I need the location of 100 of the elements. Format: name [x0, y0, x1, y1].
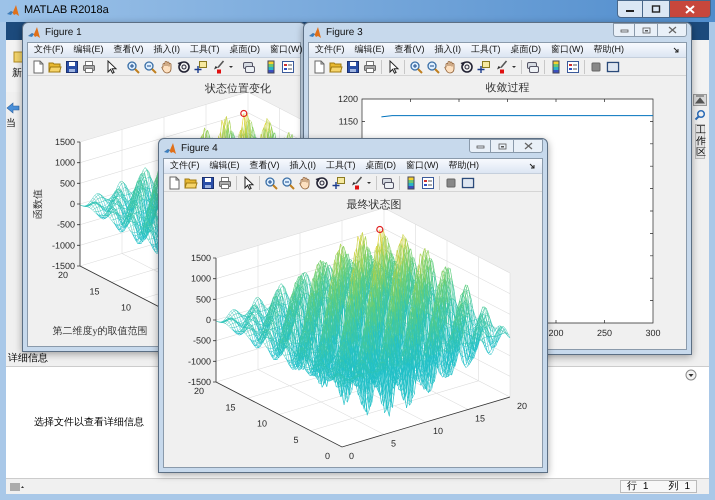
plot-title: 收敛过程	[486, 82, 530, 94]
menu-item[interactable]: 编辑(E)	[210, 159, 240, 173]
menu-item[interactable]: 帮助(H)	[594, 43, 624, 57]
close-button[interactable]	[669, 0, 711, 18]
axis-label: 第二维度y的取值范围	[52, 326, 148, 337]
menu-item[interactable]: 窗口(W)	[551, 43, 584, 57]
peak-logo-icon	[308, 26, 322, 38]
legend-icon[interactable]	[421, 176, 435, 190]
new-file-icon[interactable]	[167, 176, 181, 190]
tick-label: 200	[548, 328, 564, 338]
plot-title: 最终状态图	[346, 199, 402, 211]
close-button[interactable]	[513, 139, 543, 153]
zoom-in-icon[interactable]	[264, 176, 278, 190]
print-icon[interactable]	[82, 60, 96, 74]
rotate-icon[interactable]	[315, 176, 329, 190]
menu-item[interactable]: 桌面(D)	[230, 43, 260, 57]
new-file-icon[interactable]	[312, 60, 326, 74]
save-icon[interactable]	[201, 176, 215, 190]
menu-item[interactable]: 窗口(W)	[270, 43, 302, 57]
brush-icon[interactable]	[349, 176, 363, 190]
link-icon[interactable]	[526, 60, 540, 74]
menu-item[interactable]: 查看(V)	[394, 43, 424, 57]
column-value: 1	[684, 480, 690, 494]
minimize-button[interactable]	[617, 0, 643, 18]
zoom-in-icon[interactable]	[126, 60, 140, 74]
data-tip-icon[interactable]	[477, 60, 491, 74]
rotate-icon[interactable]	[460, 60, 474, 74]
dropdown-icon[interactable]	[685, 369, 697, 381]
brush-icon[interactable]	[211, 60, 225, 74]
menu-item[interactable]: 窗口(W)	[406, 159, 438, 173]
menu-item[interactable]: 插入(I)	[290, 159, 316, 173]
window-icon[interactable]	[606, 60, 620, 74]
print-icon[interactable]	[363, 60, 377, 74]
save-icon[interactable]	[346, 60, 360, 74]
menu-item[interactable]: 插入(I)	[434, 43, 461, 57]
tick-label: 15	[475, 414, 486, 424]
dock-arrow-icon[interactable]	[529, 162, 536, 170]
menu-item[interactable]: 文件(F)	[315, 43, 344, 57]
menu-item[interactable]: 编辑(E)	[354, 43, 384, 57]
window-title: Figure 1	[45, 26, 82, 40]
restore-button[interactable]	[491, 139, 513, 153]
hand-icon[interactable]	[298, 176, 312, 190]
peak-logo-icon	[27, 26, 41, 38]
back-arrow-icon[interactable]	[6, 102, 20, 114]
close-button[interactable]	[657, 23, 687, 37]
tick-label: -1000	[52, 240, 75, 250]
details-message: 选择文件以查看详细信息	[34, 416, 144, 430]
square-icon[interactable]	[444, 176, 458, 190]
collapse-icon[interactable]	[693, 94, 707, 106]
grip-icon[interactable]	[10, 482, 24, 492]
row-value: 1	[642, 480, 648, 494]
menu-item[interactable]: 文件(F)	[34, 43, 64, 57]
tick-label: 0	[70, 199, 75, 209]
restore-button[interactable]	[635, 23, 657, 37]
zoom-out-icon[interactable]	[426, 60, 440, 74]
maximize-icon	[651, 5, 661, 13]
search-icon[interactable]	[694, 109, 706, 121]
close-icon	[668, 26, 676, 34]
tick-label: 10	[433, 426, 444, 436]
square-icon[interactable]	[589, 60, 603, 74]
data-tip-icon[interactable]	[194, 60, 208, 74]
tick-label: -1500	[188, 377, 211, 387]
menu-item[interactable]: 桌面(D)	[366, 159, 396, 173]
menu-item[interactable]: 文件(F)	[170, 159, 200, 173]
zoom-in-icon[interactable]	[409, 60, 423, 74]
zoom-out-icon[interactable]	[143, 60, 157, 74]
zoom-out-icon[interactable]	[281, 176, 295, 190]
rotate-icon[interactable]	[177, 60, 191, 74]
data-tip-icon[interactable]	[332, 176, 346, 190]
menu-item[interactable]: 桌面(D)	[510, 43, 541, 57]
new-file-icon[interactable]	[31, 60, 45, 74]
menu-item[interactable]: 帮助(H)	[448, 159, 479, 173]
tick-label: 500	[196, 294, 211, 304]
maximize-button[interactable]	[643, 0, 669, 18]
menu-item[interactable]: 工具(T)	[190, 43, 220, 57]
dock-arrow-icon[interactable]	[673, 46, 680, 54]
tick-label: 0	[349, 451, 354, 461]
save-icon[interactable]	[65, 60, 79, 74]
menu-item[interactable]: 查看(V)	[114, 43, 144, 57]
menu-item[interactable]: 插入(I)	[154, 43, 180, 57]
brush-icon[interactable]	[494, 60, 508, 74]
hand-icon[interactable]	[160, 60, 174, 74]
window-icon[interactable]	[461, 176, 475, 190]
tick-label: 1200	[338, 94, 358, 104]
restore-icon	[498, 142, 506, 150]
link-icon[interactable]	[381, 176, 395, 190]
menu-item[interactable]: 编辑(E)	[74, 43, 104, 57]
tick-label: 1150	[338, 116, 358, 126]
legend-icon[interactable]	[566, 60, 580, 74]
row-label: 行	[626, 480, 637, 494]
menu-item[interactable]: 查看(V)	[250, 159, 280, 173]
tick-label: -500	[56, 220, 75, 230]
print-icon[interactable]	[218, 176, 232, 190]
menu-item[interactable]: 工具(T)	[326, 159, 356, 173]
menu-item[interactable]: 工具(T)	[471, 43, 500, 57]
link-icon[interactable]	[242, 60, 256, 74]
hand-icon[interactable]	[443, 60, 457, 74]
legend-icon[interactable]	[281, 60, 295, 74]
workspace-tab[interactable]: 工作区	[695, 124, 705, 159]
close-icon	[685, 4, 695, 14]
